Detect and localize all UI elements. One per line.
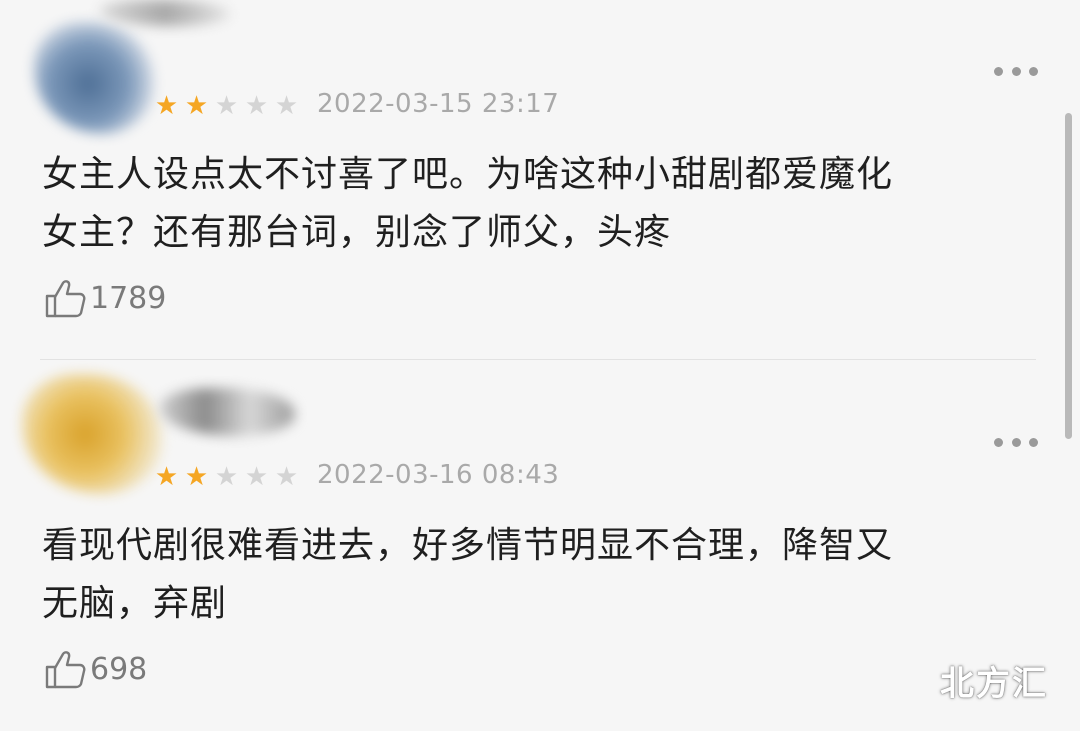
star-icon: ★ bbox=[184, 462, 209, 492]
like-count: 1789 bbox=[90, 281, 167, 316]
comment-text-line: 看现代剧很难看进去，好多情节明显不合理，降智又 bbox=[42, 525, 894, 566]
star-icon: ★ bbox=[214, 462, 239, 492]
avatar[interactable] bbox=[22, 374, 162, 494]
more-options-button[interactable] bbox=[994, 432, 1038, 452]
comment-item: ★ ★ ★ ★ ★ 2022-03-15 23:17 女主人设点太不讨喜了吧。为啥这种小… bbox=[0, 0, 1080, 360]
dot-icon bbox=[1011, 437, 1021, 447]
star-icon: ★ bbox=[274, 91, 299, 121]
comment-item: ★ ★ ★ ★ ★ 2022-03-16 08:43 看现代剧很难看进去，好多情节明显不… bbox=[0, 362, 1080, 731]
divider bbox=[40, 359, 1036, 360]
thumbs-up-icon bbox=[45, 280, 86, 318]
star-rating: ★ ★ ★ ★ ★ bbox=[152, 92, 301, 120]
comment-text: 看现代剧很难看进去，好多情节明显不合理，降智又 无脑，弃剧 bbox=[42, 517, 1027, 633]
scrollbar[interactable] bbox=[1065, 113, 1072, 439]
star-icon: ★ bbox=[184, 91, 209, 121]
comment-timestamp: 2022-03-16 08:43 bbox=[317, 460, 560, 490]
star-icon: ★ bbox=[154, 91, 179, 121]
star-icon: ★ bbox=[154, 462, 179, 492]
dot-icon bbox=[1029, 66, 1038, 76]
comment-text-line: 女主人设点太不讨喜了吧。为啥这种小甜剧都爱魔化 bbox=[42, 154, 894, 195]
star-icon: ★ bbox=[214, 91, 239, 121]
comment-list-page: ★ ★ ★ ★ ★ 2022-03-15 23:17 女主人设点太不讨喜了吧。为啥这种小… bbox=[0, 0, 1080, 731]
more-options-button[interactable] bbox=[994, 61, 1038, 81]
avatar[interactable] bbox=[34, 22, 154, 134]
like-button[interactable]: 698 bbox=[44, 650, 147, 690]
star-icon: ★ bbox=[244, 462, 269, 492]
dot-icon bbox=[1011, 66, 1021, 76]
star-icon: ★ bbox=[274, 462, 299, 492]
comment-text: 女主人设点太不讨喜了吧。为啥这种小甜剧都爱魔化 女主？还有那台词，别念了师父，头… bbox=[42, 146, 1027, 262]
username-blur bbox=[100, 0, 230, 26]
username-blur bbox=[160, 388, 295, 436]
like-count: 698 bbox=[90, 652, 148, 687]
comment-text-line: 无脑，弃剧 bbox=[42, 583, 228, 624]
comment-timestamp: 2022-03-15 23:17 bbox=[317, 89, 560, 119]
dot-icon bbox=[1029, 437, 1038, 447]
like-button[interactable]: 1789 bbox=[44, 279, 166, 319]
dot-icon bbox=[994, 437, 1003, 447]
watermark-text: 北方汇 bbox=[940, 664, 1048, 704]
star-rating: ★ ★ ★ ★ ★ bbox=[152, 463, 301, 491]
dot-icon bbox=[994, 66, 1003, 76]
thumbs-up-icon bbox=[45, 651, 86, 689]
star-icon: ★ bbox=[244, 91, 269, 121]
comment-text-line: 女主？还有那台词，别念了师父，头疼 bbox=[42, 212, 672, 253]
